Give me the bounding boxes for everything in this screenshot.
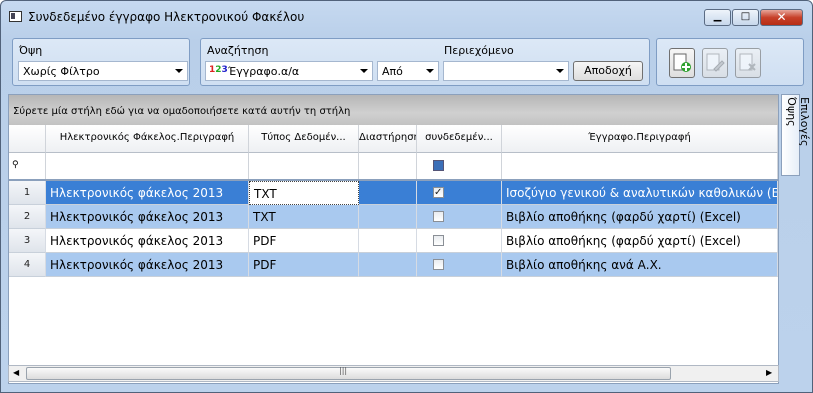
app-window-icon: [9, 11, 22, 22]
minimize-icon: ▁: [713, 11, 722, 22]
column-header-extension-label: Διαστήρηση: [359, 132, 416, 143]
column-header-type-label: Τύπος Δεδομέν...: [261, 132, 346, 143]
group-by-hint: Σύρετε μία στήλη εδώ για να ομαδοποιήσετ…: [13, 106, 351, 117]
cell-document[interactable]: Βιβλίο αποθήκης ανά Α.Χ.: [502, 253, 778, 277]
filter-cell-extension[interactable]: [359, 153, 417, 179]
filter-icon: ⚲: [12, 160, 19, 170]
cell-document[interactable]: Βιβλίο αποθήκης (φαρδύ χαρτί) (Excel): [502, 229, 778, 253]
chevron-down-icon: [426, 69, 434, 73]
actions-panel: [656, 38, 804, 86]
column-header-folder[interactable]: Ηλεκτρονικός Φάκελος.Περιγραφή: [46, 125, 249, 153]
delete-document-button[interactable]: [735, 48, 761, 78]
grip-icon: |||: [339, 366, 348, 375]
cell-linked[interactable]: [417, 205, 502, 229]
linked-checkbox[interactable]: [433, 181, 444, 204]
column-header-folder-label: Ηλεκτρονικός Φάκελος.Περιγραφή: [59, 132, 235, 143]
scroll-left-icon[interactable]: ◀: [13, 368, 19, 377]
table-row[interactable]: 3 Ηλεκτρονικός φάκελος 2013 PDF Βιβλίο α…: [9, 229, 778, 253]
add-document-button[interactable]: [669, 48, 695, 78]
column-header-linked-label: συνδεδεμέν...: [425, 132, 493, 143]
filter-checkbox[interactable]: [433, 160, 444, 171]
horizontal-scrollbar[interactable]: ◀ ||| ▶: [8, 365, 779, 382]
cell-document[interactable]: Βιβλίο αποθήκης (φαρδύ χαρτί) (Excel): [502, 205, 778, 229]
cell-document[interactable]: Ισοζύγιο γενικού & αναλυτικών καθολικών …: [502, 181, 778, 205]
linked-checkbox[interactable]: [433, 259, 444, 270]
add-document-icon: [673, 53, 691, 72]
maximize-button[interactable]: □: [732, 9, 759, 26]
cell-folder[interactable]: Ηλεκτρονικός φάκελος 2013: [46, 229, 249, 253]
table-row[interactable]: 4 Ηλεκτρονικός φάκελος 2013 PDF Βιβλίο α…: [9, 253, 778, 277]
maximize-icon: □: [740, 11, 751, 22]
cell-linked[interactable]: [417, 229, 502, 253]
cell-type[interactable]: PDF: [249, 253, 359, 277]
dialog-window: Συνδεδεμένο έγγραφο Ηλεκτρονικού Φακέλου…: [0, 0, 813, 393]
view-label: Όψη: [19, 44, 43, 57]
row-header-corner: [9, 125, 46, 153]
column-header-document[interactable]: Έγγραφο.Περιγραφή: [502, 125, 778, 153]
minimize-button[interactable]: ▁: [704, 9, 731, 26]
filter-cell-folder[interactable]: [46, 153, 249, 179]
cell-linked[interactable]: [417, 253, 502, 277]
cell-extension[interactable]: [359, 253, 417, 277]
linked-checkbox[interactable]: [433, 211, 444, 222]
chevron-down-icon: [556, 69, 564, 73]
close-icon: ✕: [776, 10, 787, 24]
scroll-right-icon[interactable]: ▶: [766, 368, 772, 377]
filter-cell-document[interactable]: [502, 153, 778, 179]
search-field-select[interactable]: 123 Έγγραφο.α/α: [205, 61, 373, 81]
table-row[interactable]: 2 Ηλεκτρονικός φάκελος 2013 TXT Βιβλίο α…: [9, 205, 778, 229]
column-header-extension[interactable]: Διαστήρηση: [359, 125, 417, 153]
edit-document-icon: [706, 53, 725, 72]
cell-type[interactable]: TXT: [249, 181, 359, 205]
filter-row-icon-cell: ⚲: [9, 153, 46, 179]
view-select-value: Χωρίς Φίλτρο: [23, 65, 100, 78]
cell-extension[interactable]: [359, 181, 417, 205]
content-input[interactable]: [443, 61, 569, 81]
chevron-down-icon: [175, 69, 183, 73]
chevron-down-icon: [360, 69, 368, 73]
accept-button-label: Αποδοχή: [584, 64, 632, 77]
view-options-tab[interactable]: Επιλογές Όψης: [781, 94, 811, 176]
cell-folder[interactable]: Ηλεκτρονικός φάκελος 2013: [46, 253, 249, 277]
accept-button[interactable]: Αποδοχή: [573, 61, 643, 81]
edit-document-button[interactable]: [702, 48, 728, 78]
cell-extension[interactable]: [359, 229, 417, 253]
cell-type[interactable]: PDF: [249, 229, 359, 253]
cell-linked[interactable]: [417, 181, 502, 205]
filter-cell-linked[interactable]: [417, 153, 502, 179]
row-number: 1: [9, 181, 46, 205]
content-label: Περιεχόμενο: [444, 44, 514, 57]
row-number: 4: [9, 253, 46, 277]
search-panel: Αναζήτηση Περιεχόμενο 123 Έγγραφο.α/α Απ…: [200, 38, 650, 86]
documents-grid: Σύρετε μία στήλη εδώ για να ομαδοποιήσετ…: [8, 94, 779, 384]
linked-checkbox[interactable]: [433, 235, 444, 246]
view-select[interactable]: Χωρίς Φίλτρο: [18, 61, 188, 81]
window-title: Συνδεδεμένο έγγραφο Ηλεκτρονικού Φακέλου: [28, 10, 305, 24]
search-label: Αναζήτηση: [207, 44, 269, 57]
numeric-field-icon: 123: [209, 65, 228, 75]
row-number: 3: [9, 229, 46, 253]
table-row[interactable]: 1 Ηλεκτρονικός φάκελος 2013 TXT Ισοζύγιο…: [9, 181, 778, 205]
operator-value: Από: [382, 65, 403, 78]
column-header-linked[interactable]: συνδεδεμέν...: [417, 125, 502, 153]
delete-document-icon: [739, 53, 756, 71]
column-header-document-label: Έγγραφο.Περιγραφή: [588, 132, 691, 143]
cell-extension[interactable]: [359, 205, 417, 229]
cell-type[interactable]: TXT: [249, 205, 359, 229]
view-options-tab-label: Επιλογές Όψης: [785, 97, 811, 147]
scroll-thumb[interactable]: |||: [26, 366, 671, 380]
close-button[interactable]: ✕: [760, 9, 803, 26]
group-by-area[interactable]: Σύρετε μία στήλη εδώ για να ομαδοποιήσετ…: [9, 95, 778, 125]
search-field-value: Έγγραφο.α/α: [228, 65, 300, 78]
column-header-type[interactable]: Τύπος Δεδομέν...: [249, 125, 359, 153]
cell-folder[interactable]: Ηλεκτρονικός φάκελος 2013: [46, 181, 249, 205]
view-panel: Όψη Χωρίς Φίλτρο: [12, 38, 190, 86]
filter-cell-type[interactable]: [249, 153, 359, 179]
cell-folder[interactable]: Ηλεκτρονικός φάκελος 2013: [46, 205, 249, 229]
title-bar: Συνδεδεμένο έγγραφο Ηλεκτρονικού Φακέλου…: [1, 1, 812, 31]
operator-select[interactable]: Από: [377, 61, 439, 81]
row-number: 2: [9, 205, 46, 229]
